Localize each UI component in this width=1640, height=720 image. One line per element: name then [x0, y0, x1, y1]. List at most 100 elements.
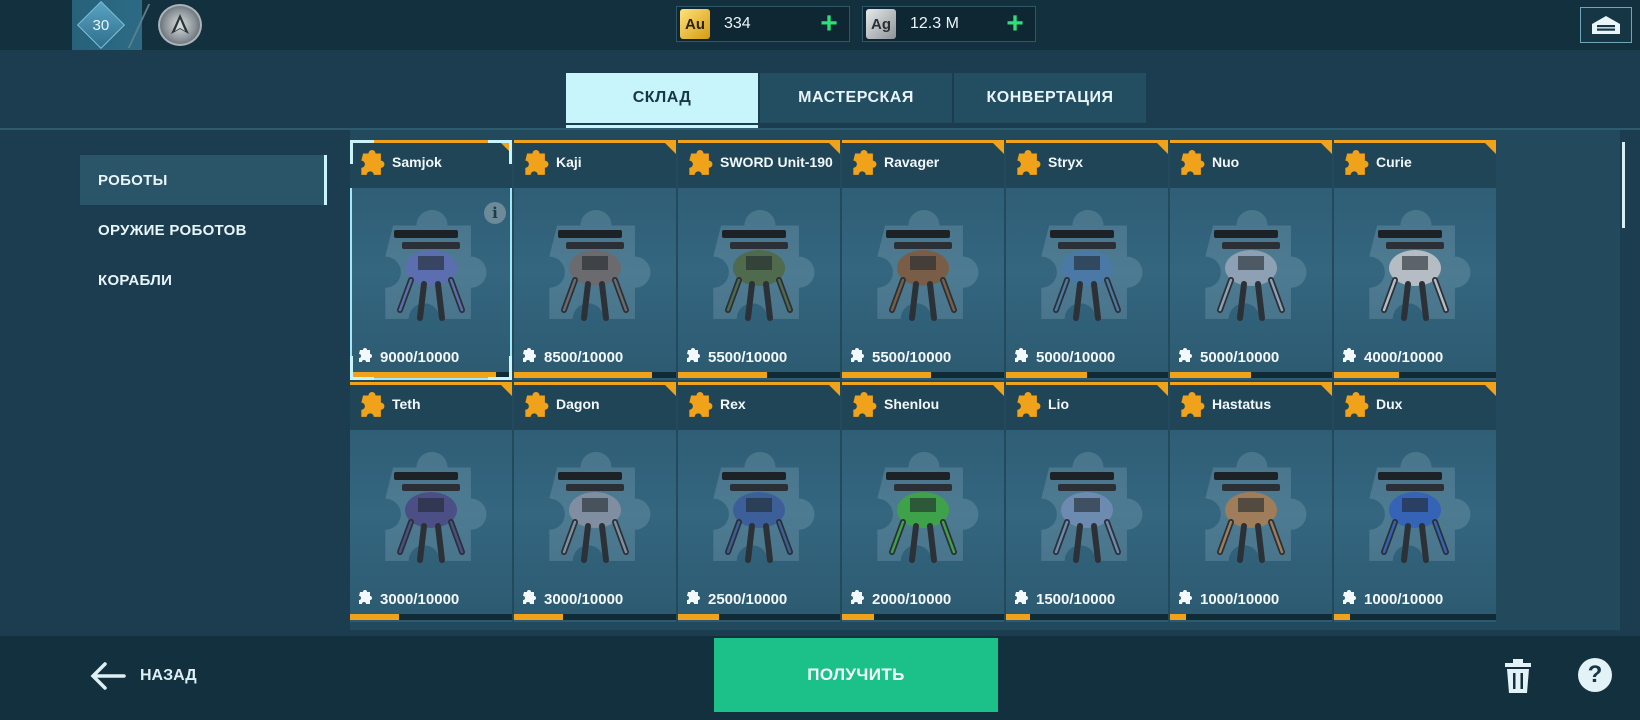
- puzzle-small-icon: [851, 348, 864, 362]
- fragment-count-value: 5500/10000: [708, 348, 788, 366]
- level-diamond: 30: [76, 0, 126, 50]
- fragment-count: 3000/10000: [356, 590, 459, 608]
- tab-conversion[interactable]: КОНВЕРТАЦИЯ: [954, 73, 1146, 123]
- tab-workshop[interactable]: МАСТЕРСКАЯ: [760, 73, 952, 123]
- rarity-stripe: [1334, 140, 1496, 143]
- fragment-count-value: 8500/10000: [544, 348, 624, 366]
- fragment-count: 1500/10000: [1012, 590, 1115, 608]
- component-card[interactable]: Dux 1000/10000: [1334, 382, 1496, 622]
- puzzle-piece-icon: [853, 392, 877, 417]
- robot-name: Kaji: [556, 154, 582, 170]
- component-card[interactable]: Dagon 3000/10000: [514, 382, 676, 622]
- selection-corner: [350, 356, 374, 380]
- sidebar-item-ships[interactable]: КОРАБЛИ: [80, 255, 327, 305]
- fragment-count-value: 3000/10000: [544, 590, 624, 608]
- robot-icon: [1214, 230, 1285, 321]
- robot-name: SWORD Unit-190: [720, 154, 833, 170]
- fragment-count-value: 9000/10000: [380, 348, 460, 366]
- progress-bar: [514, 614, 676, 620]
- rarity-stripe: [350, 382, 512, 385]
- rank-emblem-icon[interactable]: [158, 4, 202, 46]
- hangar-button[interactable]: [1580, 7, 1632, 43]
- progress-fill: [842, 372, 932, 378]
- component-card[interactable]: Shenlou 2000/10000: [842, 382, 1004, 622]
- component-card[interactable]: Lio 1500/10000: [1006, 382, 1168, 622]
- rarity-stripe: [514, 140, 676, 143]
- component-card[interactable]: Ravager 5500/10000: [842, 140, 1004, 380]
- component-card[interactable]: Stryx 5000/10000: [1006, 140, 1168, 380]
- robot-icon: [722, 230, 793, 321]
- robot-icon: [886, 472, 957, 563]
- progress-fill: [1334, 372, 1399, 378]
- fragment-count: 8500/10000: [520, 348, 623, 366]
- robot-name: Rex: [720, 396, 746, 412]
- robot-name: Dux: [1376, 396, 1403, 412]
- sidebar-item-label: КОРАБЛИ: [98, 271, 173, 289]
- rarity-stripe: [842, 140, 1004, 143]
- fragment-count-value: 5500/10000: [872, 348, 952, 366]
- player-level: 30: [92, 16, 110, 34]
- progress-fill: [842, 614, 875, 620]
- rarity-stripe: [1170, 140, 1332, 143]
- component-card[interactable]: Hastatus 1000/10000: [1170, 382, 1332, 622]
- progress-bar: [1006, 614, 1168, 620]
- top-bar: 30 Au 334 + Ag 12.3 M +: [0, 0, 1640, 50]
- robot-name: Shenlou: [884, 396, 940, 412]
- arrow-left-icon: [90, 662, 126, 690]
- fragment-count: 5000/10000: [1176, 348, 1279, 366]
- progress-bar: [350, 614, 512, 620]
- category-sidebar: РОБОТЫ ОРУЖИЕ РОБОТОВ КОРАБЛИ: [80, 155, 327, 305]
- puzzle-piece-icon: [853, 150, 877, 175]
- robot-name: Curie: [1376, 154, 1412, 170]
- grid-scrollbar[interactable]: [1622, 142, 1625, 228]
- robot-name: Hastatus: [1212, 396, 1272, 412]
- progress-fill: [514, 614, 563, 620]
- component-card[interactable]: SWORD Unit-190 5500/10000: [678, 140, 840, 380]
- back-label: НАЗАД: [140, 667, 197, 684]
- puzzle-piece-icon: [1181, 150, 1205, 175]
- component-card[interactable]: Samjok i 9000/10000: [350, 140, 512, 380]
- sidebar-item-label: РОБОТЫ: [98, 171, 168, 189]
- fragment-count-value: 2500/10000: [708, 590, 788, 608]
- gold-icon: Au: [680, 9, 710, 39]
- puzzle-small-icon: [359, 590, 372, 604]
- hangar-icon: [1592, 16, 1620, 34]
- add-gold-button[interactable]: +: [815, 9, 843, 39]
- component-card[interactable]: Kaji 8500/10000: [514, 140, 676, 380]
- progress-bar: [842, 614, 1004, 620]
- fragment-count: 5000/10000: [1012, 348, 1115, 366]
- progress-fill: [678, 372, 768, 378]
- puzzle-piece-icon: [1345, 150, 1369, 175]
- component-card[interactable]: Rex 2500/10000: [678, 382, 840, 622]
- help-button[interactable]: ?: [1578, 658, 1612, 692]
- progress-bar: [678, 614, 840, 620]
- fragment-count: 1000/10000: [1176, 590, 1279, 608]
- progress-bar: [1170, 372, 1332, 378]
- fragment-count-value: 2000/10000: [872, 590, 952, 608]
- info-icon[interactable]: i: [484, 202, 506, 224]
- component-card[interactable]: Teth 3000/10000: [350, 382, 512, 622]
- back-button[interactable]: НАЗАД: [90, 656, 197, 696]
- puzzle-piece-icon: [689, 150, 713, 175]
- progress-bar: [1170, 614, 1332, 620]
- robot-icon: [394, 472, 465, 563]
- puzzle-small-icon: [851, 590, 864, 604]
- get-button[interactable]: ПОЛУЧИТЬ: [714, 638, 998, 712]
- trash-icon: [1505, 659, 1531, 693]
- puzzle-small-icon: [1179, 590, 1192, 604]
- component-card[interactable]: Curie 4000/10000: [1334, 140, 1496, 380]
- gold-amount: 334: [724, 15, 751, 32]
- puzzle-piece-icon: [361, 392, 385, 417]
- sidebar-item-robots[interactable]: РОБОТЫ: [80, 155, 327, 205]
- tab-storage[interactable]: СКЛАД: [566, 73, 758, 123]
- sidebar-item-robot-weapons[interactable]: ОРУЖИЕ РОБОТОВ: [80, 205, 327, 255]
- puzzle-piece-icon: [525, 392, 549, 417]
- fragment-count: 2500/10000: [684, 590, 787, 608]
- trash-button[interactable]: [1502, 658, 1534, 694]
- add-silver-button[interactable]: +: [1001, 9, 1029, 39]
- progress-bar: [514, 372, 676, 378]
- fragment-count: 5500/10000: [684, 348, 787, 366]
- component-card[interactable]: Nuo 5000/10000: [1170, 140, 1332, 380]
- puzzle-small-icon: [687, 590, 700, 604]
- progress-fill: [1334, 614, 1351, 620]
